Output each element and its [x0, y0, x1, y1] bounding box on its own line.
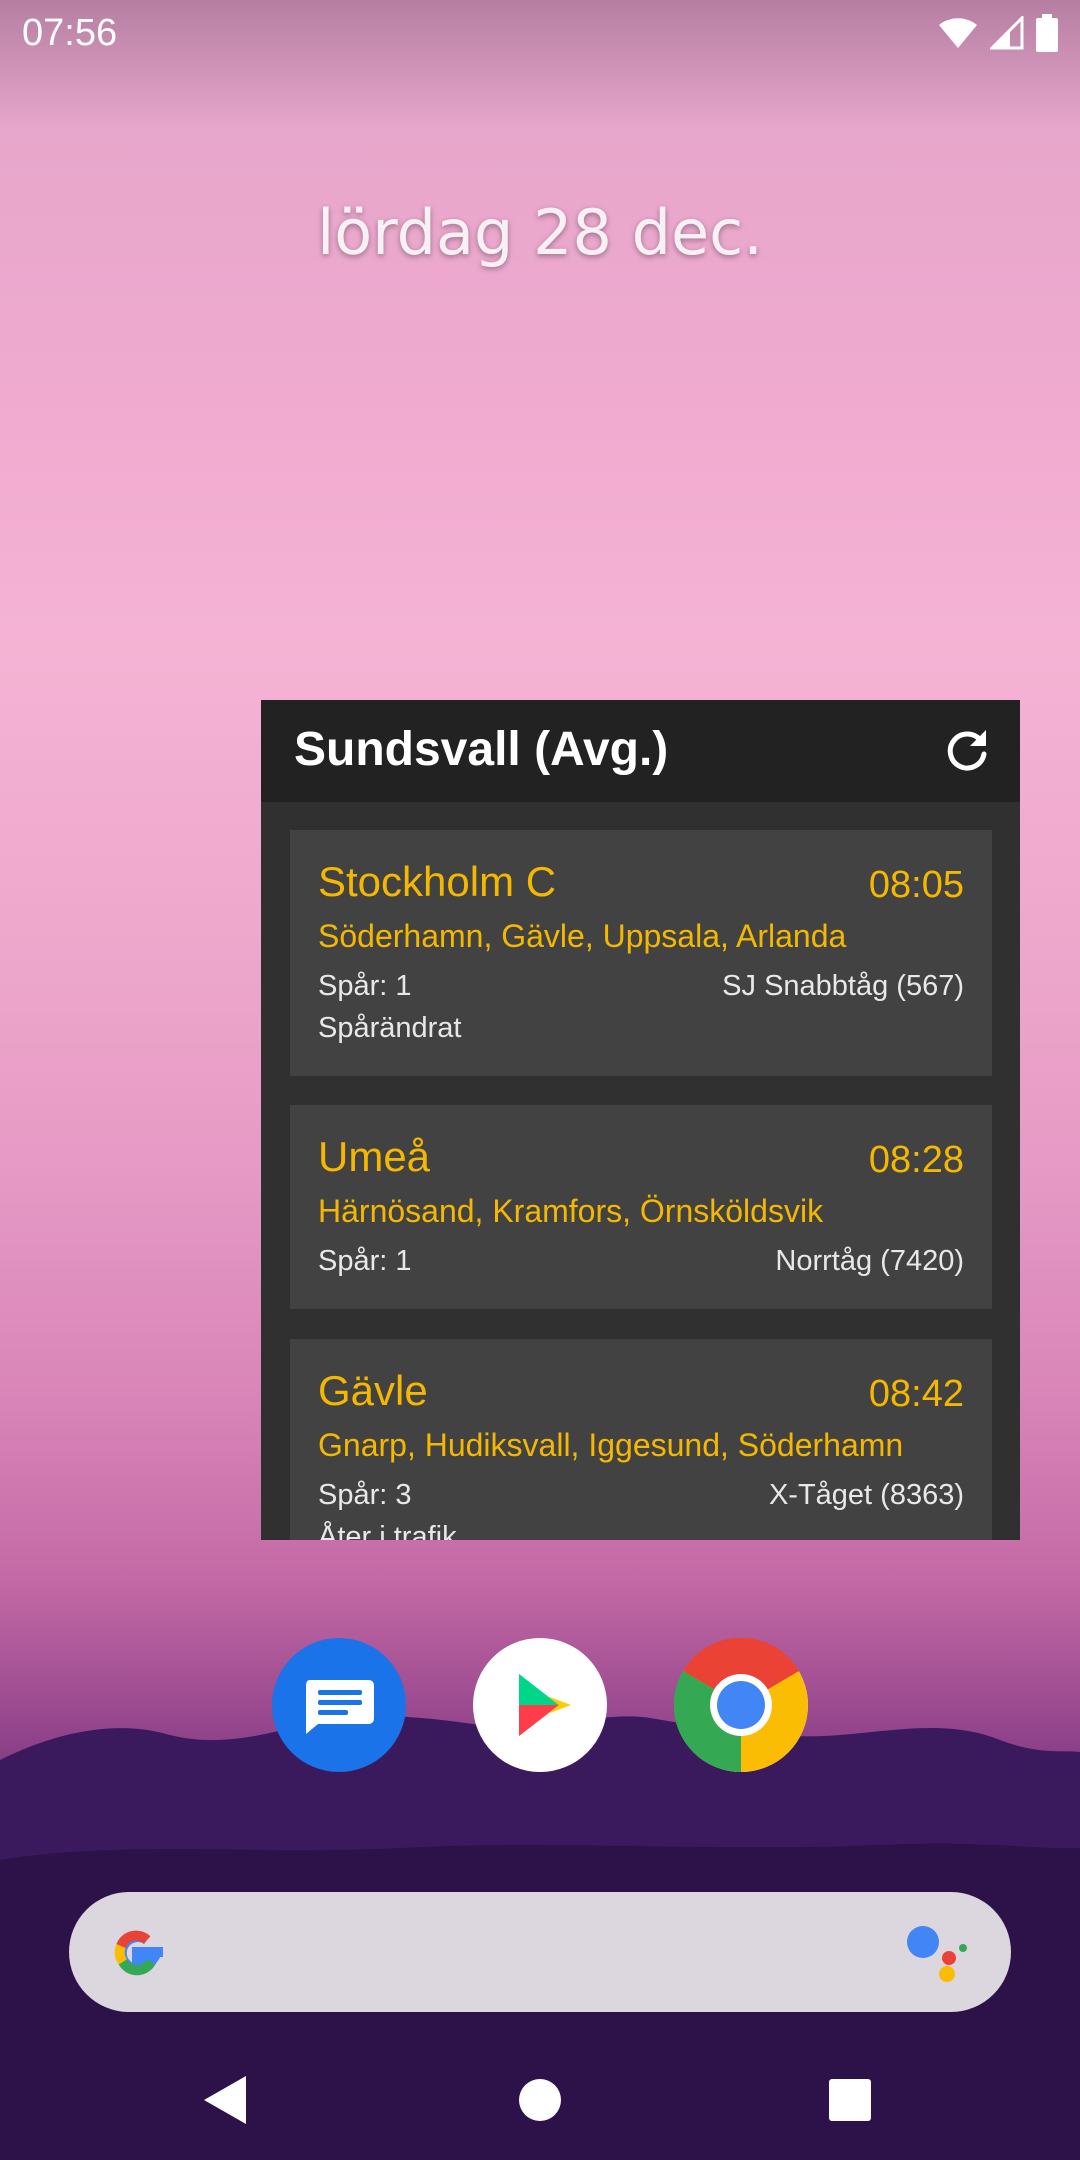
home-date[interactable]: lördag 28 dec. [0, 196, 1080, 269]
cell-signal-icon [990, 16, 1024, 50]
chrome-icon[interactable] [673, 1637, 808, 1773]
status-bar: 07:56 [0, 0, 1080, 66]
departure-destination: Umeå [318, 1133, 431, 1180]
play-store-icon[interactable] [473, 1638, 607, 1772]
google-assistant-icon[interactable] [905, 1922, 971, 1982]
recents-button[interactable] [828, 2078, 872, 2122]
widget-title: Sundsvall (Avg.) [294, 723, 669, 776]
departure-card[interactable]: Umeå 08:28 Härnösand, Kramfors, Örnsköld… [290, 1105, 992, 1309]
departure-train: X-Tåget (8363) [768, 1479, 964, 1511]
messages-icon[interactable] [272, 1638, 406, 1772]
widget-header: Sundsvall (Avg.) [261, 700, 1020, 802]
departure-card[interactable]: Stockholm C 08:05 Söderhamn, Gävle, Upps… [290, 830, 992, 1076]
back-button[interactable] [200, 2072, 250, 2128]
refresh-icon[interactable] [942, 726, 992, 776]
battery-icon [1036, 14, 1058, 52]
departure-destination: Gävle [318, 1367, 428, 1414]
navigation-bar [0, 2040, 1080, 2160]
home-button[interactable] [518, 2078, 562, 2122]
departure-note: Åter i trafik [318, 1521, 457, 1540]
departure-track: Spår: 3 [318, 1479, 412, 1511]
status-time: 07:56 [22, 12, 118, 54]
departure-time: 08:28 [868, 1139, 964, 1181]
departure-via: Gnarp, Hudiksvall, Iggesund, Söderhamn [318, 1427, 904, 1463]
departure-destination: Stockholm C [318, 858, 557, 905]
departure-via: Härnösand, Kramfors, Örnsköldsvik [318, 1193, 824, 1229]
departures-widget[interactable]: Sundsvall (Avg.) Stockholm C 08:05 Söder… [261, 700, 1020, 1540]
google-g-icon [114, 1930, 163, 1976]
departure-note: Spårändrat [318, 1012, 462, 1044]
departure-via: Söderhamn, Gävle, Uppsala, Arlanda [318, 918, 847, 954]
departure-card[interactable]: Gävle 08:42 Gnarp, Hudiksvall, Iggesund,… [290, 1339, 992, 1540]
departure-track: Spår: 1 [318, 1245, 412, 1277]
status-icons [938, 14, 1058, 52]
departure-time: 08:42 [868, 1373, 964, 1415]
wifi-icon [939, 18, 977, 48]
departure-train: SJ Snabbtåg (567) [722, 970, 964, 1002]
departure-train: Norrtåg (7420) [775, 1245, 964, 1277]
google-search-bar[interactable] [69, 1892, 1011, 2012]
departure-time: 08:05 [868, 864, 964, 906]
departure-track: Spår: 1 [318, 970, 412, 1002]
